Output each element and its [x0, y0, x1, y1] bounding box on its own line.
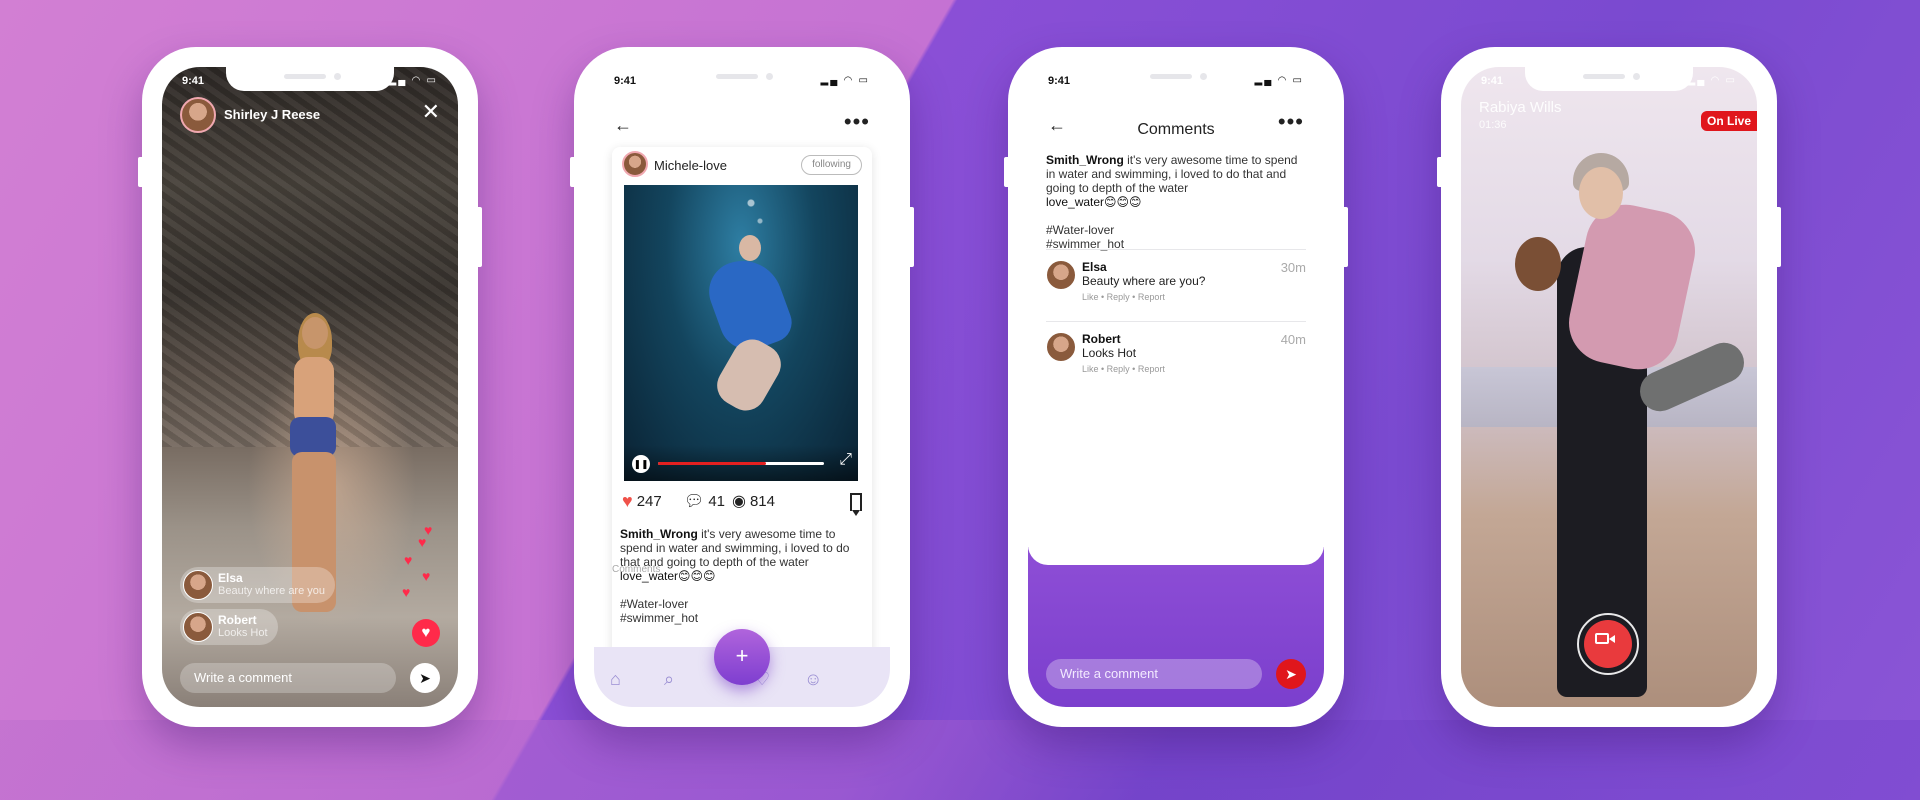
avatar: [183, 612, 213, 642]
stream-duration: 01:36: [1479, 119, 1507, 131]
user-name[interactable]: Shirley J Reese: [224, 107, 320, 122]
add-post-button[interactable]: +: [714, 629, 770, 685]
status-time: 9:41: [182, 75, 205, 87]
phone-comments: 9:41 ▂▄ ◠ ▭ ← ••• Comments Smith_Wrong i…: [1004, 47, 1348, 727]
phone-live-story: 9:41 ▂▄ ◠ ▭ Shirley J Reese ✕ Elsa Beaut…: [138, 47, 482, 727]
close-icon[interactable]: ✕: [422, 101, 440, 123]
post-caption: Smith_Wrong it's very awesome time to sp…: [620, 527, 864, 625]
avatar[interactable]: [1046, 260, 1076, 290]
profile-icon[interactable]: ☺: [804, 669, 822, 690]
author-avatar[interactable]: [622, 151, 648, 177]
comment-time: 30m: [1280, 260, 1306, 275]
commenter-name[interactable]: Elsa: [1082, 260, 1107, 274]
signal-wifi-battery-icon: ▂▄ ◠ ▭: [1254, 75, 1304, 86]
post-stats: ♥ 247 💬︎ 41 ◉ 814: [622, 491, 862, 516]
live-badge: On Live: [1700, 111, 1757, 131]
status-time: 9:41: [1048, 75, 1071, 87]
caption-user[interactable]: Smith_Wrong: [620, 527, 698, 541]
feed-screen: 9:41 ▂▄ ◠ ▭ ← ••• Michele-love following…: [594, 67, 890, 707]
status-bar: 9:41 ▂▄ ◠ ▭: [162, 75, 458, 91]
caption-user[interactable]: Smith_Wrong: [1046, 153, 1124, 167]
comment-text: Beauty where are you?: [1082, 274, 1206, 288]
send-icon[interactable]: ➤: [410, 663, 440, 693]
background-band: [0, 720, 1920, 800]
video-camera-icon: [1595, 633, 1609, 644]
commenter-name: Robert: [218, 613, 257, 627]
status-time: 9:41: [614, 75, 637, 87]
like-stat[interactable]: ♥ 247: [622, 491, 662, 512]
comment-row: Elsa Beauty where are you? Like • Reply …: [1046, 249, 1306, 309]
post-caption: Smith_Wrong it's very awesome time to sp…: [1046, 153, 1306, 251]
search-icon[interactable]: ⌕: [664, 669, 674, 690]
author-name[interactable]: Michele-love: [654, 158, 727, 173]
back-arrow-icon[interactable]: ←: [1048, 115, 1066, 136]
story-header: Shirley J Reese ✕: [180, 97, 440, 133]
signal-wifi-battery-icon: ▂▄ ◠ ▭: [1687, 75, 1737, 86]
comment-input[interactable]: Write a comment: [180, 663, 396, 693]
floating-hearts: ♥ ♥ ♥ ♥ ♥: [402, 522, 433, 600]
send-icon[interactable]: ➤: [1276, 659, 1306, 689]
status-bar: 9:41 ▂▄ ◠ ▭: [1028, 75, 1324, 91]
home-icon[interactable]: ⌂: [610, 669, 621, 690]
following-button[interactable]: following: [801, 155, 862, 175]
caption-tail: love_water😊😊😊: [1046, 195, 1142, 209]
hashtag[interactable]: #Water-lover: [620, 597, 864, 611]
eye-icon: ◉: [732, 493, 746, 510]
comment-actions[interactable]: Like • Reply • Report: [1082, 292, 1165, 302]
phone-live-stream: 9:41 ▂▄ ◠ ▭ Rabiya Wills 01:36 On Live: [1437, 47, 1781, 727]
avatar[interactable]: [1046, 332, 1076, 362]
top-bar: ← •••: [614, 109, 870, 139]
hashtag[interactable]: #Water-lover: [1046, 223, 1306, 237]
comment-count: 41: [708, 492, 725, 510]
comment-text: Looks Hot: [1082, 346, 1137, 360]
comment-chip: Elsa Beauty where are you: [180, 567, 336, 603]
more-icon[interactable]: •••: [844, 109, 870, 135]
comments-screen: 9:41 ▂▄ ◠ ▭ ← ••• Comments Smith_Wrong i…: [1028, 67, 1324, 707]
signal-wifi-battery-icon: ▂▄ ◠ ▭: [820, 75, 870, 86]
bookmark-icon[interactable]: [850, 493, 862, 516]
hashtag[interactable]: #swimmer_hot: [620, 611, 864, 625]
like-count: 247: [636, 493, 662, 510]
video-player[interactable]: ❚❚ ⤢: [624, 185, 858, 481]
live-screen: 9:41 ▂▄ ◠ ▭ Rabiya Wills 01:36 On Live: [1461, 67, 1757, 707]
video-progress-fill: [658, 462, 766, 465]
comments-sheet: 9:41 ▂▄ ◠ ▭ ← ••• Comments Smith_Wrong i…: [1028, 67, 1324, 565]
top-bar: ← •••: [1048, 109, 1304, 139]
pause-icon[interactable]: ❚❚: [632, 455, 650, 473]
back-arrow-icon[interactable]: ←: [614, 115, 632, 136]
comment-time: 40m: [1280, 332, 1306, 347]
fullscreen-icon[interactable]: ⤢: [839, 451, 852, 469]
record-button[interactable]: [1577, 613, 1639, 675]
comment-actions[interactable]: Like • Reply • Report: [1082, 364, 1165, 374]
comments-link[interactable]: Comments: [612, 564, 660, 575]
post-card: Michele-love following ❚❚ ⤢ ♥ 247 💬︎ 41 …: [612, 147, 872, 667]
avatar: [183, 570, 213, 600]
streamer-name: Rabiya Wills: [1479, 99, 1562, 116]
phone-feed: 9:41 ▂▄ ◠ ▭ ← ••• Michele-love following…: [570, 47, 914, 727]
comment-bubble-icon: 💬︎: [684, 493, 705, 510]
signal-wifi-battery-icon: ▂▄ ◠ ▭: [388, 75, 438, 86]
view-stat: ◉ 814: [732, 491, 775, 511]
comment-chip: Robert Looks Hot: [180, 609, 278, 645]
commenter-name[interactable]: Robert: [1082, 332, 1121, 346]
video-subject: [684, 225, 798, 425]
like-button[interactable]: ♥: [412, 619, 440, 647]
comment-text: Looks Hot: [218, 627, 268, 639]
heart-icon: ♥: [622, 491, 633, 511]
more-icon[interactable]: •••: [1278, 109, 1304, 135]
comment-row: Robert Looks Hot Like • Reply • Report 4…: [1046, 321, 1306, 381]
video-controls: ❚❚ ⤢: [624, 445, 858, 481]
comment-stat[interactable]: 💬︎ 41: [684, 491, 725, 511]
post-header: Michele-love following: [622, 151, 862, 179]
status-bar: 9:41 ▂▄ ◠ ▭: [1461, 75, 1757, 91]
view-count: 814: [749, 492, 775, 510]
status-time: 9:41: [1481, 75, 1504, 87]
comment-text: Beauty where are you: [218, 585, 326, 597]
video-progress-bar[interactable]: [658, 462, 824, 465]
status-bar: 9:41 ▂▄ ◠ ▭: [594, 75, 890, 91]
story-screen: 9:41 ▂▄ ◠ ▭ Shirley J Reese ✕ Elsa Beaut…: [162, 67, 458, 707]
user-avatar[interactable]: [180, 97, 216, 133]
comment-input[interactable]: Write a comment: [1046, 659, 1262, 689]
commenter-name: Elsa: [218, 571, 243, 585]
